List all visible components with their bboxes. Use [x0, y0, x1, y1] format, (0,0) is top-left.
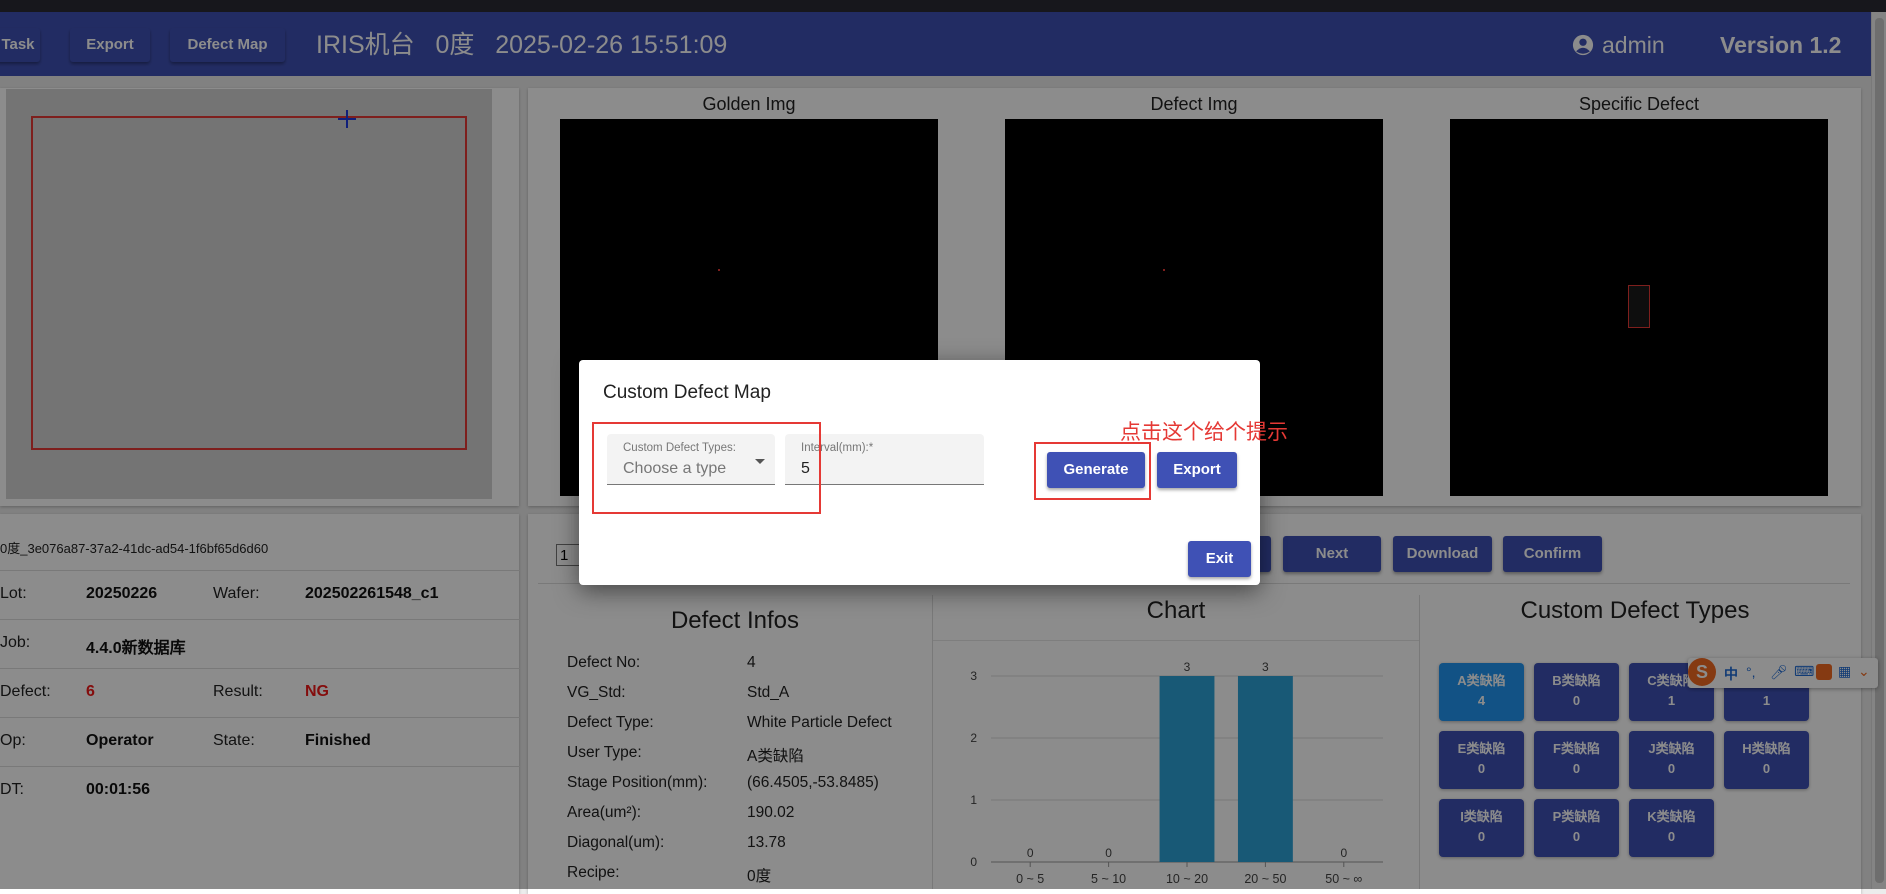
annotation-box-type-select [592, 422, 821, 514]
exit-button[interactable]: Exit [1188, 541, 1251, 577]
annotation-text: 点击这个给个提示 [1120, 420, 1288, 444]
annotation-box-generate [1034, 442, 1151, 500]
dialog-title: Custom Defect Map [603, 382, 771, 403]
dialog-export-button[interactable]: Export [1157, 452, 1237, 488]
